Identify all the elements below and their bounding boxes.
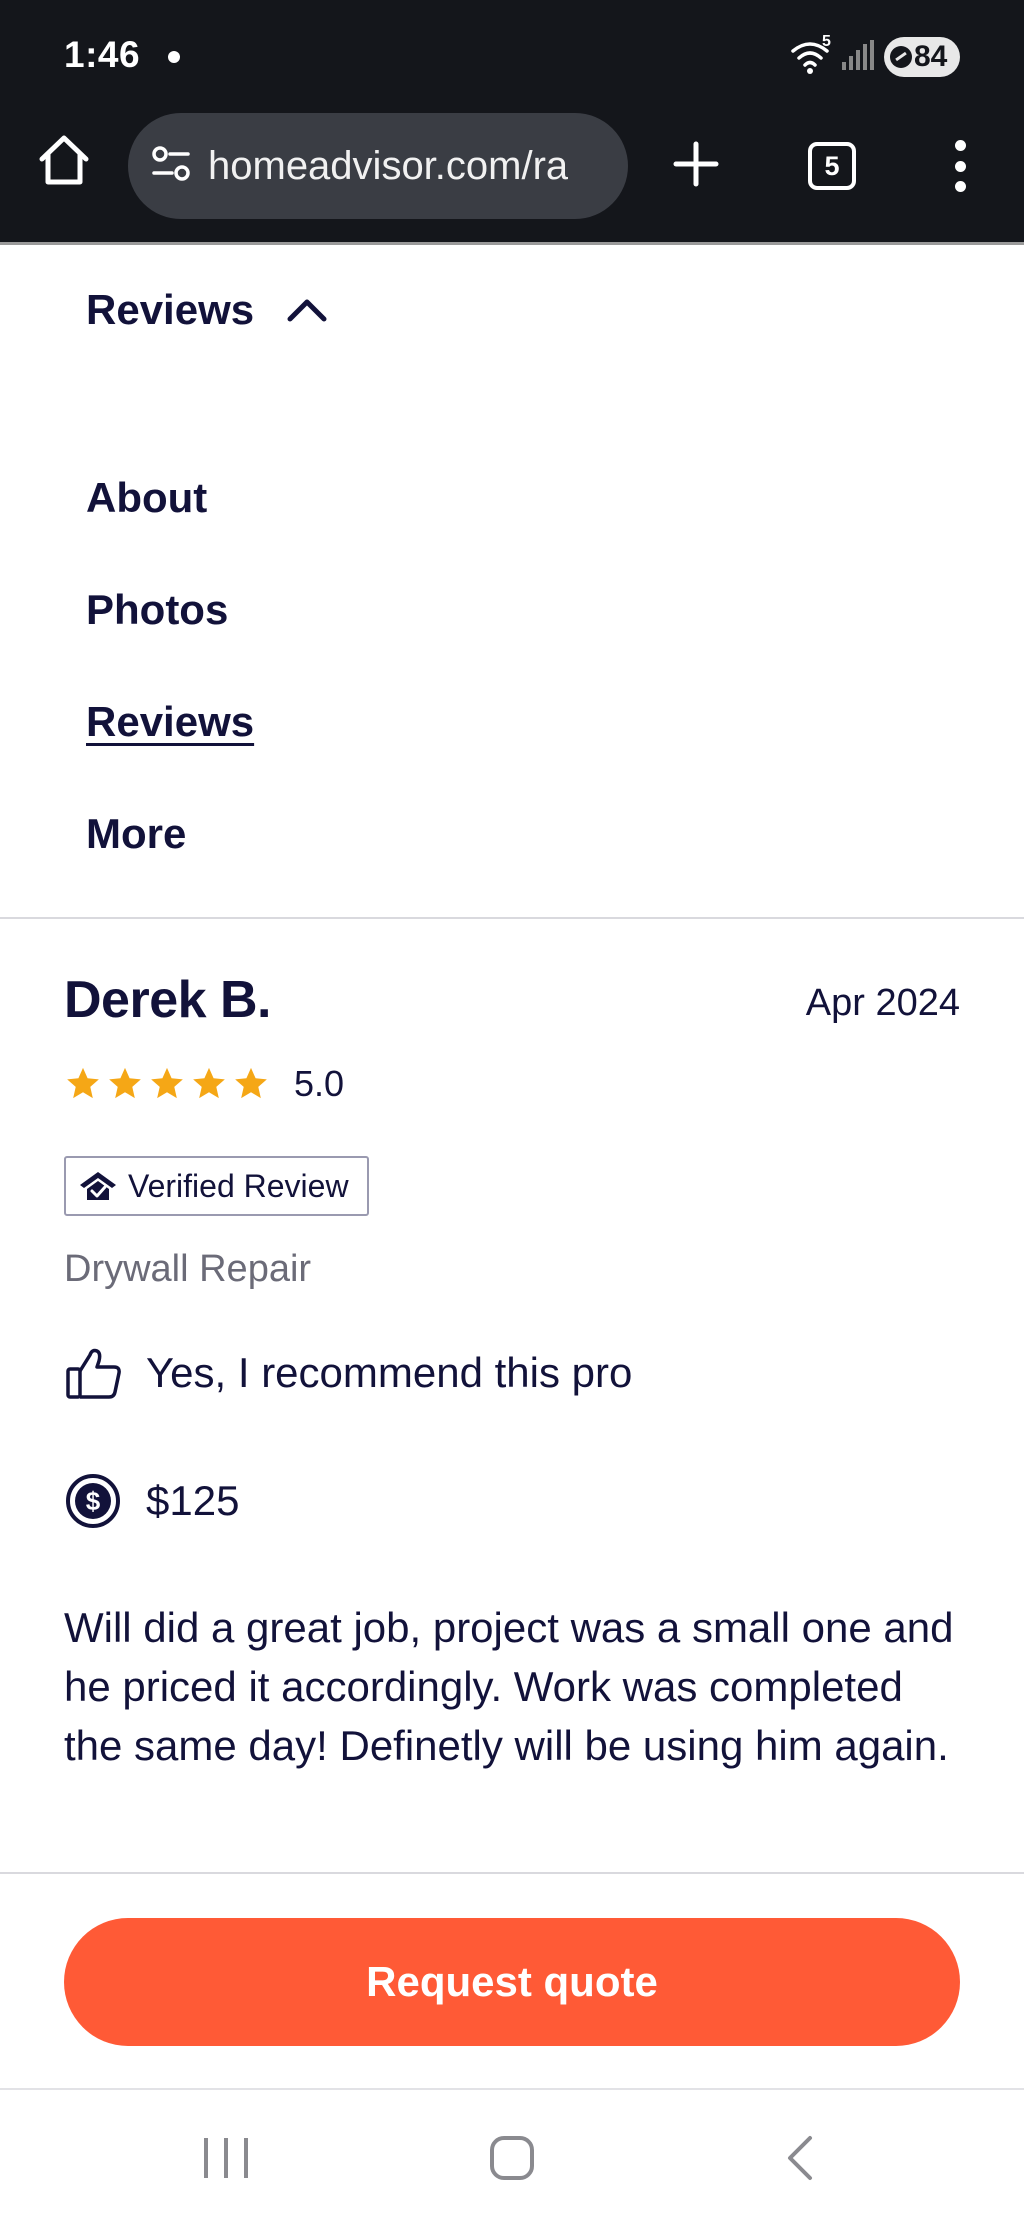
home-button-icon[interactable]	[490, 2136, 534, 2180]
nav-link-photos[interactable]: Photos	[86, 582, 254, 694]
recommendation-row: Yes, I recommend this pro	[64, 1345, 632, 1401]
battery-saver-icon	[890, 46, 912, 68]
status-icons: 5 84	[790, 33, 960, 78]
request-quote-button[interactable]: Request quote	[64, 1918, 960, 2046]
back-icon[interactable]	[782, 2134, 818, 2182]
svg-text:$: $	[86, 1486, 101, 1516]
verified-review-badge: Verified Review	[64, 1156, 369, 1216]
more-vert-icon[interactable]	[948, 140, 972, 192]
home-icon[interactable]	[36, 132, 92, 188]
dollar-coin-icon: $	[66, 1474, 120, 1528]
status-time: 1:46	[64, 34, 141, 75]
star-icon	[193, 1067, 225, 1099]
cta-divider	[0, 1872, 1024, 1874]
star-icon	[67, 1067, 99, 1099]
nav-link-about[interactable]: About	[86, 470, 254, 582]
signal-icon	[840, 39, 874, 75]
new-tab-plus-icon[interactable]	[672, 140, 720, 188]
notification-dot	[168, 51, 180, 63]
battery-level: 84	[914, 40, 948, 73]
tune-icon[interactable]	[128, 144, 192, 189]
tab-switcher-button[interactable]: 5	[808, 142, 856, 190]
reviewer-name: Derek B.	[64, 971, 272, 1029]
address-bar[interactable]: homeadvisor.com/ra	[128, 113, 628, 219]
verified-review-label: Verified Review	[128, 1167, 349, 1204]
cost-value: $125	[146, 1477, 240, 1524]
recommendation-text: Yes, I recommend this pro	[146, 1349, 633, 1396]
wifi-badge: 5	[822, 33, 831, 50]
thumbs-up-icon	[66, 1348, 121, 1399]
star-icon	[109, 1067, 141, 1099]
rating-row: 5.0	[64, 1063, 344, 1105]
chevron-up-icon	[287, 299, 327, 322]
star-rating	[64, 1065, 270, 1103]
nav-link-more[interactable]: More	[86, 806, 254, 918]
cost-row: $ $125	[64, 1472, 239, 1530]
system-nav-bar	[0, 2090, 1024, 2219]
service-type: Drywall Repair	[64, 1248, 312, 1290]
star-icon	[151, 1067, 183, 1099]
section-nav-toggle-label: Reviews	[86, 286, 255, 333]
section-nav-toggle[interactable]: Reviews	[86, 286, 328, 334]
review-date: Apr 2024	[805, 982, 960, 1024]
toolbar-divider	[0, 242, 1024, 245]
recent-apps-icon[interactable]	[204, 2138, 248, 2178]
rating-value: 5.0	[294, 1063, 345, 1104]
star-icon	[235, 1067, 267, 1099]
browser-chrome: 1:46 5 84 homeadvisor.com/ra 5	[0, 0, 1024, 242]
wifi-icon: 5	[790, 33, 831, 75]
section-nav-list: About Photos Reviews More	[86, 470, 254, 918]
battery-indicator: 84	[884, 37, 960, 77]
section-divider	[0, 917, 1024, 919]
url-text[interactable]: homeadvisor.com/ra	[208, 144, 568, 189]
review-text: Will did a great job, project was a smal…	[64, 1604, 954, 1769]
verified-house-icon	[80, 1172, 116, 1200]
nav-link-reviews[interactable]: Reviews	[86, 694, 254, 806]
